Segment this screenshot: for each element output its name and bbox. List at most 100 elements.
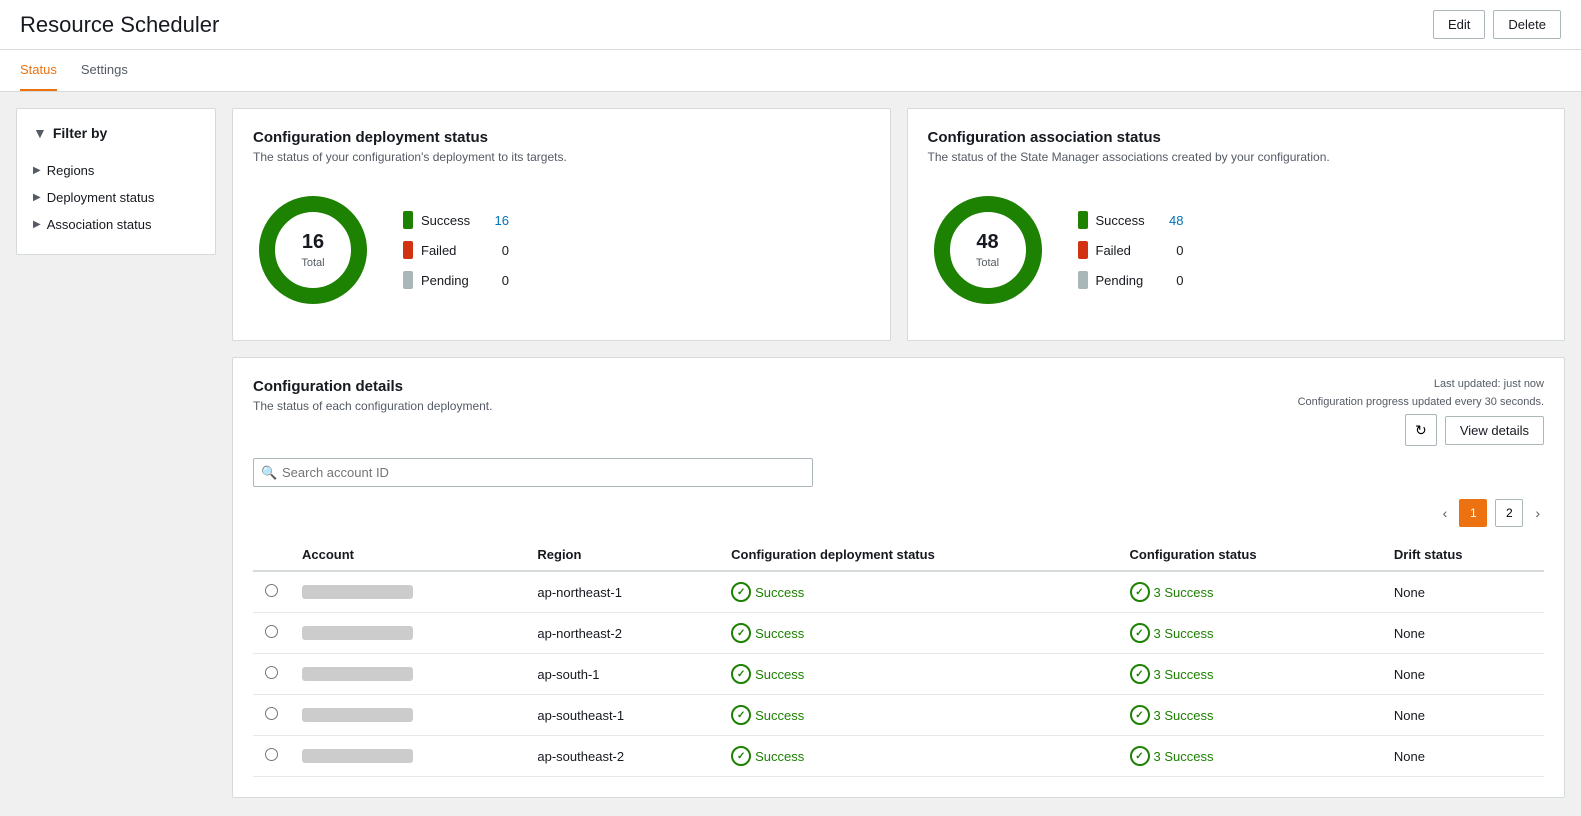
col-drift-status: Drift status (1382, 539, 1544, 571)
row-drift-status: None (1382, 695, 1544, 736)
row-radio-4[interactable] (265, 748, 278, 761)
top-actions: Edit Delete (1433, 10, 1561, 39)
filter-by-title: ▼ Filter by (33, 125, 199, 141)
refresh-button[interactable]: ↻ (1405, 414, 1437, 446)
table-row: ████████████ ap-southeast-1 Success 3 Su… (253, 695, 1544, 736)
row-account: ████████████ (290, 613, 525, 654)
progress-note-text: Configuration progress updated every 30 … (1298, 396, 1544, 408)
deployment-status-card: Configuration deployment status The stat… (232, 108, 891, 341)
association-donut: 48 Total (928, 190, 1048, 310)
search-box: 🔍 (253, 458, 1544, 487)
row-select-cell (253, 571, 290, 613)
filter-icon: ▼ (33, 125, 47, 141)
association-legend-success: Success 48 (1078, 211, 1184, 229)
page-1-button[interactable]: 1 (1459, 499, 1487, 527)
assoc-failed-dot (1078, 241, 1088, 259)
association-legend-pending: Pending 0 (1078, 271, 1184, 289)
top-bar: Resource Scheduler Edit Delete (0, 0, 1581, 50)
association-donut-section: 48 Total Success 48 Failed (928, 180, 1545, 320)
sidebar-item-association-status[interactable]: ▶ Association status (33, 211, 199, 238)
col-account: Account (290, 539, 525, 571)
row-config-status: 3 Success (1118, 695, 1382, 736)
association-legend-failed: Failed 0 (1078, 241, 1184, 259)
association-status-card: Configuration association status The sta… (907, 108, 1566, 341)
row-drift-status: None (1382, 736, 1544, 777)
association-status-title: Configuration association status (928, 129, 1545, 146)
table-row: ████████████ ap-northeast-2 Success 3 Su… (253, 613, 1544, 654)
row-region: ap-northeast-1 (525, 571, 719, 613)
row-radio-1[interactable] (265, 625, 278, 638)
tab-status[interactable]: Status (20, 50, 57, 91)
main-content: ▼ Filter by ▶ Regions ▶ Deployment statu… (0, 92, 1581, 816)
table-row: ████████████ ap-northeast-1 Success 3 Su… (253, 571, 1544, 613)
row-select-cell (253, 654, 290, 695)
row-region: ap-southeast-1 (525, 695, 719, 736)
assoc-pending-dot (1078, 271, 1088, 289)
association-status-subtitle: The status of the State Manager associat… (928, 150, 1545, 164)
row-region: ap-southeast-2 (525, 736, 719, 777)
details-buttons: ↻ View details (1405, 414, 1544, 446)
row-config-status: 3 Success (1118, 571, 1382, 613)
association-donut-center: 48 Total (976, 231, 999, 269)
row-deploy-status: Success (719, 571, 1117, 613)
deployment-donut-section: 16 Total Success 16 Failed (253, 180, 870, 320)
deployment-legend: Success 16 Failed 0 Pending 0 (403, 211, 509, 289)
tab-settings[interactable]: Settings (81, 50, 128, 91)
row-select-cell (253, 695, 290, 736)
row-deploy-status: Success (719, 695, 1117, 736)
sidebar-item-deployment-status[interactable]: ▶ Deployment status (33, 184, 199, 211)
search-input[interactable] (253, 458, 813, 487)
deployment-status-title: Configuration deployment status (253, 129, 870, 146)
row-drift-status: None (1382, 654, 1544, 695)
search-icon: 🔍 (261, 465, 277, 481)
deployment-donut-center: 16 Total (301, 231, 324, 269)
page-title: Resource Scheduler (20, 12, 219, 38)
row-radio-0[interactable] (265, 584, 278, 597)
last-updated-text: Last updated: just now (1434, 378, 1544, 390)
details-title: Configuration details (253, 378, 492, 395)
deployment-legend-pending: Pending 0 (403, 271, 509, 289)
col-region: Region (525, 539, 719, 571)
row-drift-status: None (1382, 571, 1544, 613)
table-row: ████████████ ap-southeast-2 Success 3 Su… (253, 736, 1544, 777)
view-details-button[interactable]: View details (1445, 416, 1544, 445)
row-deploy-status: Success (719, 654, 1117, 695)
edit-button[interactable]: Edit (1433, 10, 1485, 39)
configuration-details-card: Configuration details The status of each… (232, 357, 1565, 798)
page-2-button[interactable]: 2 (1495, 499, 1523, 527)
row-select-cell (253, 613, 290, 654)
row-deploy-status: Success (719, 613, 1117, 654)
success-dot (403, 211, 413, 229)
status-cards-row: Configuration deployment status The stat… (232, 108, 1565, 341)
failed-dot (403, 241, 413, 259)
table-row: ████████████ ap-south-1 Success 3 Succes… (253, 654, 1544, 695)
row-region: ap-south-1 (525, 654, 719, 695)
sidebar-item-regions[interactable]: ▶ Regions (33, 157, 199, 184)
assoc-success-dot (1078, 211, 1088, 229)
deployment-arrow-icon: ▶ (33, 192, 41, 203)
row-config-status: 3 Success (1118, 613, 1382, 654)
row-account: ████████████ (290, 736, 525, 777)
next-page-button[interactable]: › (1531, 501, 1544, 525)
deployment-status-subtitle: The status of your configuration's deplo… (253, 150, 870, 164)
details-header: Configuration details The status of each… (253, 378, 1544, 446)
row-account: ████████████ (290, 571, 525, 613)
row-deploy-status: Success (719, 736, 1117, 777)
deployment-donut: 16 Total (253, 190, 373, 310)
sidebar: ▼ Filter by ▶ Regions ▶ Deployment statu… (16, 108, 216, 255)
association-legend: Success 48 Failed 0 Pending 0 (1078, 211, 1184, 289)
delete-button[interactable]: Delete (1493, 10, 1561, 39)
association-arrow-icon: ▶ (33, 219, 41, 230)
row-radio-2[interactable] (265, 666, 278, 679)
prev-page-button[interactable]: ‹ (1439, 501, 1452, 525)
row-select-cell (253, 736, 290, 777)
tabs-bar: Status Settings (0, 50, 1581, 92)
row-region: ap-northeast-2 (525, 613, 719, 654)
col-deploy-status: Configuration deployment status (719, 539, 1117, 571)
row-radio-3[interactable] (265, 707, 278, 720)
row-account: ████████████ (290, 654, 525, 695)
details-subtitle: The status of each configuration deploym… (253, 399, 492, 413)
pending-dot (403, 271, 413, 289)
col-select (253, 539, 290, 571)
row-drift-status: None (1382, 613, 1544, 654)
